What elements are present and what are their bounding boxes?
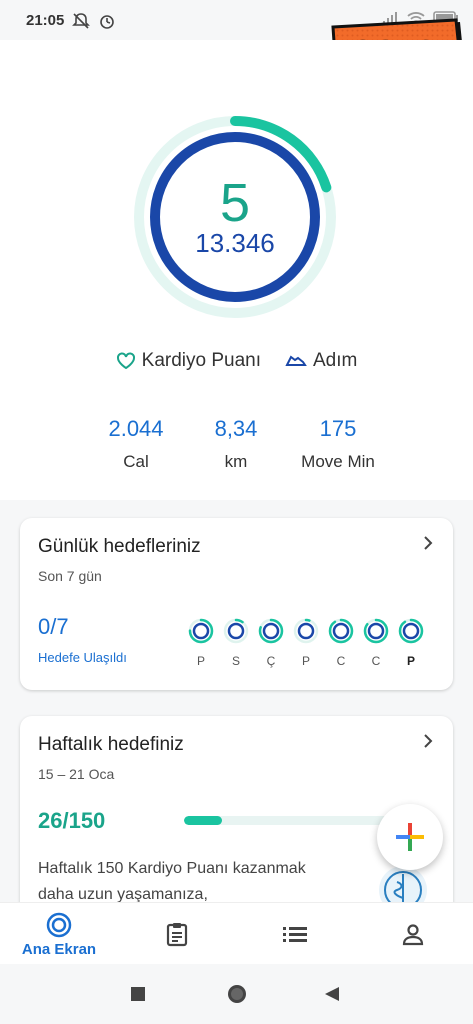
mute-icon: [72, 13, 90, 29]
legend-steps-label: Adım: [313, 350, 358, 371]
day-label: P: [196, 654, 205, 668]
summary-section: 5 13.346 Kardiyo Puanı Adım 2.044 Cal 8,…: [0, 40, 473, 500]
tab-profile[interactable]: [354, 903, 472, 965]
tab-journal[interactable]: [118, 903, 236, 965]
day-ring-item: P: [188, 618, 214, 668]
goal-rings[interactable]: 5 13.346: [130, 112, 340, 322]
weekly-goal-description: Haftalık 150 Kardiyo Puanı kazanmak daha…: [38, 860, 306, 903]
tab-home-label: Ana Ekran: [21, 940, 97, 958]
day-ring-item: C: [363, 618, 389, 668]
ring-legend: Kardiyo Puanı Adım: [0, 350, 473, 372]
cardio-points-value: 5: [219, 172, 251, 233]
day-ring-item: Ç: [258, 618, 284, 668]
day-ring-icon: [398, 618, 424, 644]
square-icon: [131, 987, 145, 1001]
circle-icon: [228, 985, 246, 1003]
weekly-progress-fill: [184, 816, 223, 825]
heart-icon: [116, 352, 135, 370]
day-label: P: [406, 654, 415, 668]
day-ring-item: S: [223, 618, 249, 668]
home-ring-icon: [46, 912, 72, 937]
bottom-navigation: Ana Ekran: [0, 902, 473, 965]
status-icons: [72, 12, 116, 30]
legend-cardio: Kardiyo Puanı: [116, 350, 261, 372]
weekly-goal-title: Haftalık hedefiniz: [38, 734, 184, 755]
browse-list-icon: [283, 927, 307, 942]
metric-label: Move Min: [301, 452, 375, 471]
day-ring-item: P: [398, 618, 424, 668]
home-button[interactable]: [226, 983, 248, 1010]
metric-value: 175: [319, 416, 357, 441]
back-button[interactable]: [324, 986, 340, 1007]
daily-goals-title: Günlük hedefleriniz: [38, 536, 201, 557]
plus-icon: [396, 823, 424, 851]
weekly-progress-bar: [184, 816, 404, 825]
weekly-goal-ratio: 26/150: [38, 808, 106, 833]
day-label: C: [371, 654, 381, 668]
day-ring-icon: [258, 618, 284, 644]
add-button[interactable]: [377, 804, 443, 870]
metric-move-min[interactable]: 175 Move Min: [268, 416, 408, 472]
back-triangle-icon: [325, 987, 339, 1001]
recents-button[interactable]: [130, 986, 146, 1007]
daily-goals-achieved-label: Hedefe Ulaşıldı: [38, 650, 127, 665]
day-ring-icon: [188, 618, 214, 644]
day-ring-icon: [293, 618, 319, 644]
shoe-icon: [285, 355, 307, 366]
day-label: S: [231, 654, 240, 668]
daily-goals-subtitle: Son 7 gün: [38, 568, 102, 584]
day-label: P: [301, 654, 310, 668]
legend-cardio-label: Kardiyo Puanı: [141, 350, 261, 371]
steps-value: 13.346: [195, 227, 275, 258]
legend-steps: Adım: [285, 350, 357, 372]
day-label: Ç: [266, 654, 276, 668]
journal-icon: [166, 923, 188, 947]
status-time: 21:05: [26, 12, 65, 29]
tab-home[interactable]: Ana Ekran: [0, 903, 118, 965]
chevron-right-icon[interactable]: [421, 534, 435, 558]
day-ring-item: C: [328, 618, 354, 668]
system-nav-bar: [0, 964, 473, 1024]
profile-icon: [402, 924, 424, 946]
day-ring-icon: [328, 618, 354, 644]
daily-goal-days: PSÇPCCP: [188, 618, 424, 668]
day-ring-item: P: [293, 618, 319, 668]
day-ring-icon: [223, 618, 249, 644]
daily-goals-ratio: 0/7: [38, 614, 69, 639]
daily-goals-card[interactable]: Günlük hedefleriniz Son 7 gün 0/7 Hedefe…: [20, 518, 453, 690]
chevron-right-icon[interactable]: [421, 732, 435, 756]
weekly-goal-subtitle: 15 – 21 Oca: [38, 766, 115, 782]
day-label: C: [336, 654, 346, 668]
tab-browse[interactable]: [236, 903, 354, 965]
day-ring-icon: [363, 618, 389, 644]
alarm-icon: [100, 15, 114, 29]
